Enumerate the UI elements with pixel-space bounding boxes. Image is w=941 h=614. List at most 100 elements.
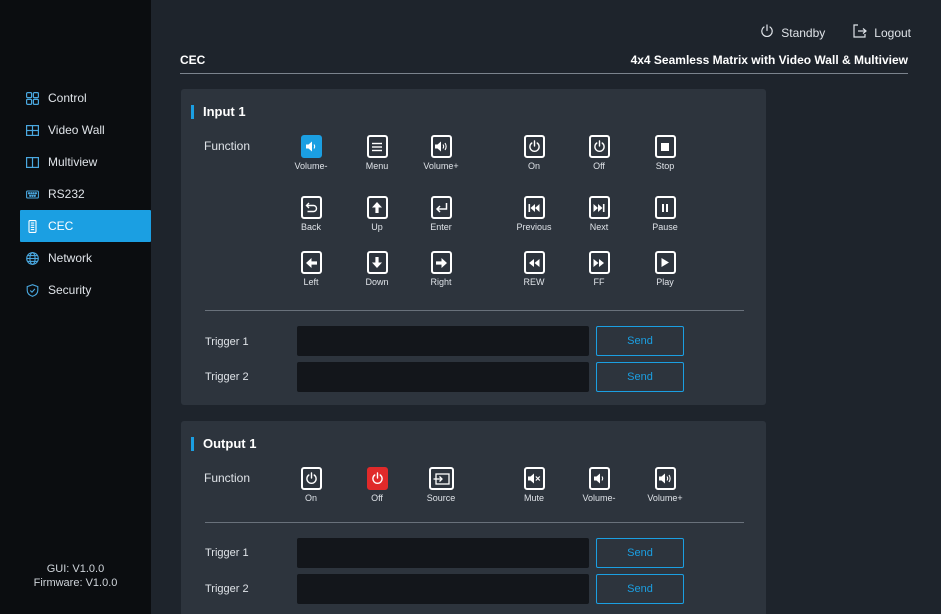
- mute-button[interactable]: Mute: [509, 467, 559, 503]
- panel-title: Output 1: [191, 437, 256, 451]
- source-button[interactable]: Source: [416, 467, 466, 503]
- output-volume-down-button[interactable]: Volume-: [574, 467, 624, 503]
- play-icon: [654, 251, 676, 274]
- play-button[interactable]: Play: [640, 251, 690, 287]
- back-button[interactable]: Back: [286, 196, 336, 232]
- rewind-icon: [523, 251, 545, 274]
- menu-button[interactable]: Menu: [352, 135, 402, 171]
- output-trigger-1-send-button[interactable]: Send: [596, 538, 684, 568]
- input-panel: Input 1 Function Volume- Menu Volume+ On…: [181, 89, 766, 405]
- panel-title: Input 1: [191, 105, 246, 119]
- source-icon: [428, 467, 454, 490]
- pause-icon: [654, 196, 676, 219]
- header-divider: [180, 73, 908, 74]
- fast-forward-icon: [588, 251, 610, 274]
- previous-icon: [523, 196, 545, 219]
- sidebar-item-multiview[interactable]: Multiview: [0, 146, 151, 178]
- remote-icon: [26, 219, 39, 233]
- function-label: Function: [204, 139, 251, 153]
- sidebar-item-label: Video Wall: [48, 123, 105, 137]
- sidebar-item-video-wall[interactable]: Video Wall: [0, 114, 151, 146]
- arrow-up-icon: [366, 196, 388, 219]
- enter-icon: [430, 196, 452, 219]
- sidebar-item-label: CEC: [48, 219, 74, 233]
- output-trigger-2-send-button[interactable]: Send: [596, 574, 684, 604]
- output-power-off-button[interactable]: Off: [352, 467, 402, 503]
- stop-button[interactable]: Stop: [640, 135, 690, 171]
- volume-up-icon: [430, 135, 452, 158]
- product-title: 4x4 Seamless Matrix with Video Wall & Mu…: [630, 53, 908, 67]
- previous-button[interactable]: Previous: [509, 196, 559, 232]
- mute-icon: [523, 467, 545, 490]
- multiview-icon: [26, 156, 39, 169]
- pause-button[interactable]: Pause: [640, 196, 690, 232]
- standby-label: Standby: [781, 25, 826, 40]
- trigger-1-label: Trigger 1: [205, 336, 249, 348]
- power-icon: [523, 135, 545, 158]
- output-power-on-button[interactable]: On: [286, 467, 336, 503]
- rewind-button[interactable]: REW: [509, 251, 559, 287]
- right-button[interactable]: Right: [416, 251, 466, 287]
- menu-icon: [366, 135, 388, 158]
- stop-icon: [654, 135, 676, 158]
- next-icon: [588, 196, 610, 219]
- output-trigger-1-input[interactable]: [297, 538, 589, 568]
- shield-icon: [26, 283, 39, 297]
- arrow-down-icon: [366, 251, 388, 274]
- volume-up-icon: [654, 467, 676, 490]
- sidebar-item-security[interactable]: Security: [0, 274, 151, 306]
- arrow-left-icon: [300, 251, 322, 274]
- sidebar-item-control[interactable]: Control: [0, 82, 151, 114]
- video-wall-icon: [26, 124, 39, 137]
- down-button[interactable]: Down: [352, 251, 402, 287]
- trigger-1-send-button[interactable]: Send: [596, 326, 684, 356]
- output-panel: Output 1 Function On Off Source Mute Vol…: [181, 421, 766, 614]
- trigger-2-input[interactable]: [297, 362, 589, 392]
- sidebar-item-label: Multiview: [48, 155, 98, 169]
- sidebar-item-label: Control: [48, 91, 87, 105]
- back-icon: [300, 196, 322, 219]
- sidebar-nav: Control Video Wall Multiview RS232 CEC N…: [0, 82, 151, 306]
- output-volume-up-button[interactable]: Volume+: [640, 467, 690, 503]
- section-divider: [205, 522, 744, 523]
- sidebar-item-network[interactable]: Network: [0, 242, 151, 274]
- trigger-1-label: Trigger 1: [205, 547, 249, 559]
- globe-icon: [26, 251, 39, 265]
- power-icon: [760, 24, 774, 41]
- left-button[interactable]: Left: [286, 251, 336, 287]
- logout-icon: [853, 24, 868, 41]
- function-label: Function: [204, 471, 251, 485]
- sidebar-item-label: Network: [48, 251, 93, 265]
- trigger-2-send-button[interactable]: Send: [596, 362, 684, 392]
- sidebar-item-label: Security: [48, 283, 92, 297]
- output-trigger-2-input[interactable]: [297, 574, 589, 604]
- enter-button[interactable]: Enter: [416, 196, 466, 232]
- volume-down-button[interactable]: Volume-: [286, 135, 336, 171]
- power-icon: [300, 467, 322, 490]
- page-title: CEC: [180, 53, 206, 67]
- power-icon: [366, 467, 388, 490]
- top-bar: Standby Logout: [760, 24, 911, 41]
- next-button[interactable]: Next: [574, 196, 624, 232]
- up-button[interactable]: Up: [352, 196, 402, 232]
- arrow-right-icon: [430, 251, 452, 274]
- power-icon: [588, 135, 610, 158]
- logout-label: Logout: [874, 25, 911, 40]
- standby-button[interactable]: Standby: [760, 24, 825, 41]
- trigger-1-input[interactable]: [297, 326, 589, 356]
- sidebar-item-cec[interactable]: CEC: [20, 210, 151, 242]
- fast-forward-button[interactable]: FF: [574, 251, 624, 287]
- grid-icon: [26, 91, 39, 105]
- volume-up-button[interactable]: Volume+: [416, 135, 466, 171]
- version-info: GUI: V1.0.0 Firmware: V1.0.0: [0, 562, 151, 590]
- sidebar-item-label: RS232: [48, 187, 85, 201]
- firmware-version: Firmware: V1.0.0: [33, 577, 118, 589]
- power-off-button[interactable]: Off: [574, 135, 624, 171]
- serial-port-icon: [26, 188, 39, 201]
- trigger-2-label: Trigger 2: [205, 583, 249, 595]
- logout-button[interactable]: Logout: [853, 24, 911, 41]
- sidebar-item-rs232[interactable]: RS232: [0, 178, 151, 210]
- power-on-button[interactable]: On: [509, 135, 559, 171]
- volume-down-icon: [588, 467, 610, 490]
- sidebar: Control Video Wall Multiview RS232 CEC N…: [0, 0, 151, 614]
